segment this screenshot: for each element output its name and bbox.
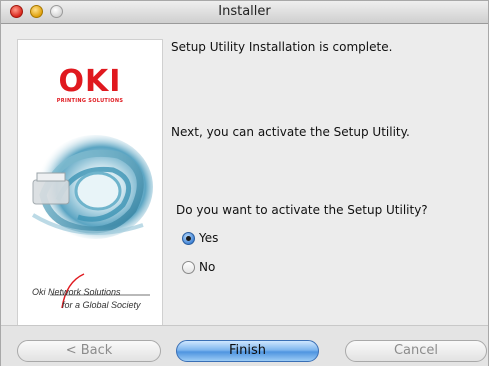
tagline-line-2: for a Global Society	[62, 300, 141, 310]
completion-message: Setup Utility Installation is complete.	[171, 40, 393, 54]
back-button[interactable]: < Back	[17, 340, 161, 362]
finish-button[interactable]: Finish	[176, 340, 319, 362]
radio-no[interactable]: No	[182, 260, 242, 276]
printer-swirl-image	[31, 135, 153, 239]
cancel-button[interactable]: Cancel	[345, 340, 487, 362]
installer-window: Installer OKI PRINTING SOLUTIONS Oki Net…	[0, 0, 489, 366]
oki-logo-subtitle: PRINTING SOLUTIONS	[56, 98, 124, 104]
button-bar: < Back Finish Cancel	[1, 325, 488, 366]
radio-no-label[interactable]: No	[199, 260, 215, 274]
radio-yes-label[interactable]: Yes	[199, 231, 218, 245]
installer-content: OKI PRINTING SOLUTIONS Oki Network Solut…	[1, 24, 488, 327]
activate-question: Do you want to activate the Setup Utilit…	[176, 203, 428, 217]
oki-logo: OKI	[58, 64, 122, 99]
radio-yes-button[interactable]	[182, 232, 195, 245]
title-bar: Installer	[1, 1, 488, 24]
tagline-line-1: Oki Network Solutions	[32, 287, 121, 297]
brand-side-panel: OKI PRINTING SOLUTIONS Oki Network Solut…	[17, 39, 163, 327]
radio-yes[interactable]: Yes	[182, 231, 242, 247]
radio-no-button[interactable]	[182, 261, 195, 274]
next-step-message: Next, you can activate the Setup Utility…	[171, 125, 410, 139]
window-title: Installer	[218, 4, 271, 19]
